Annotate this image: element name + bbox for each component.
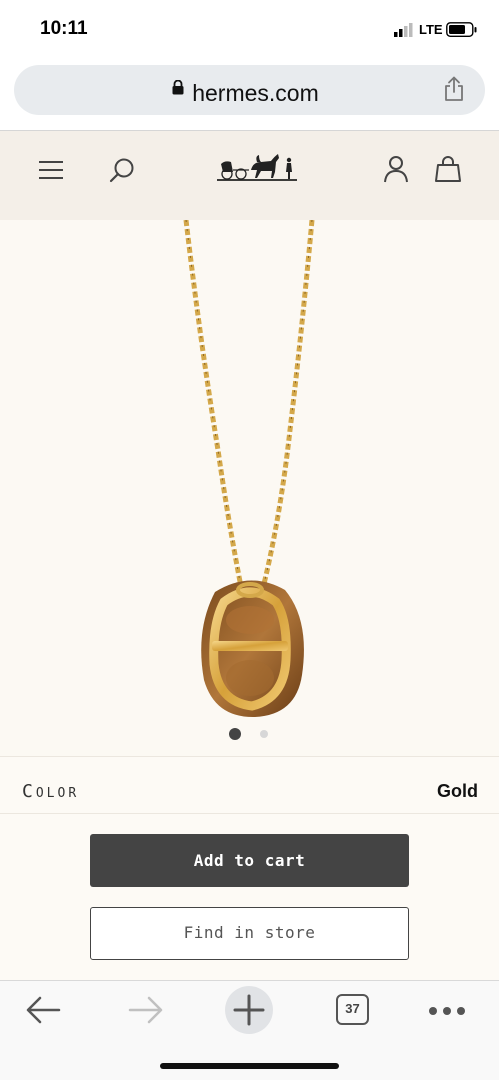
browser-url-area: hermes.com bbox=[0, 58, 499, 130]
status-bar: 10:11 LTE bbox=[0, 0, 499, 58]
signal-icon bbox=[394, 23, 413, 37]
site-header bbox=[0, 131, 499, 220]
carousel-dot-active[interactable] bbox=[229, 728, 241, 740]
url-text: hermes.com bbox=[192, 80, 319, 106]
more-icon[interactable] bbox=[428, 1006, 466, 1016]
screen: 10:11 LTE hermes.com Color Gold Add to c… bbox=[0, 0, 499, 1080]
user-icon[interactable] bbox=[383, 155, 409, 183]
new-tab-button[interactable] bbox=[225, 986, 273, 1034]
find-in-store-button[interactable]: Find in store bbox=[90, 907, 409, 960]
product-image[interactable] bbox=[0, 219, 499, 756]
home-indicator[interactable] bbox=[160, 1063, 339, 1069]
color-value: Gold bbox=[437, 781, 478, 801]
divider bbox=[0, 756, 499, 757]
share-icon[interactable] bbox=[443, 76, 465, 102]
hamburger-icon[interactable] bbox=[39, 160, 63, 180]
back-arrow-icon[interactable] bbox=[25, 995, 61, 1025]
plus-icon bbox=[233, 994, 265, 1026]
carousel-indicator bbox=[0, 728, 499, 742]
add-to-cart-button[interactable]: Add to cart bbox=[90, 834, 409, 887]
forward-arrow-icon[interactable] bbox=[128, 995, 164, 1025]
hermes-carriage-logo[interactable] bbox=[215, 152, 299, 184]
search-icon[interactable] bbox=[108, 157, 136, 185]
divider bbox=[0, 813, 499, 814]
necklace-image bbox=[183, 219, 315, 718]
network-label: LTE bbox=[419, 22, 443, 37]
carousel-dot[interactable] bbox=[260, 730, 268, 738]
battery-icon bbox=[446, 22, 477, 38]
color-label: Color bbox=[22, 781, 80, 802]
status-time: 10:11 bbox=[40, 18, 88, 39]
tabs-button[interactable]: 37 bbox=[336, 994, 369, 1025]
address-bar[interactable]: hermes.com bbox=[14, 65, 485, 115]
shopping-bag-icon[interactable] bbox=[434, 155, 462, 183]
